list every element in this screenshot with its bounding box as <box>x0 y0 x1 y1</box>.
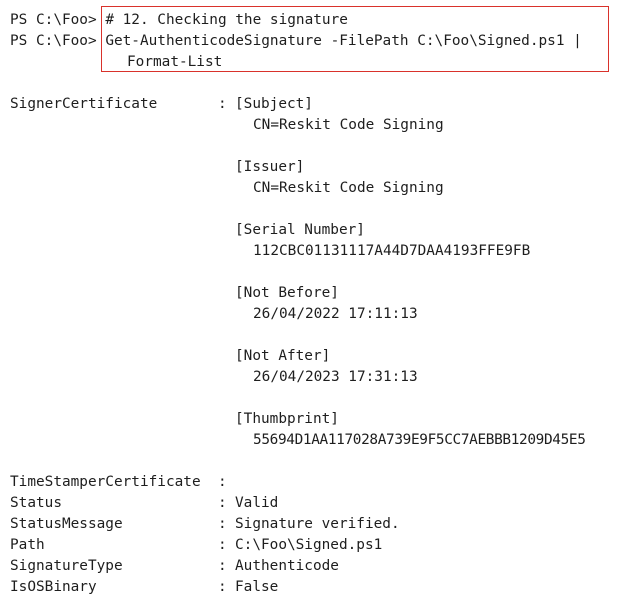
command-line-1: PS C:\Foo> # 12. Checking the signature <box>10 10 348 31</box>
separator: : <box>218 558 227 574</box>
separator: : <box>218 579 227 595</box>
issuer-value: CN=Reskit Code Signing <box>253 180 444 196</box>
property-name: IsOSBinary <box>10 579 97 595</box>
separator: : <box>218 516 227 532</box>
property-row: Path: C:\Foo\Signed.ps1 <box>10 535 382 556</box>
command-text: Get-AuthenticodeSignature -FilePath C:\F… <box>105 33 582 49</box>
property-name: SignatureType <box>10 558 123 574</box>
separator: : <box>218 537 227 553</box>
serial-value: 112CBC01131117A44D7DAA4193FFE9FB <box>253 243 531 259</box>
subject-value: CN=Reskit Code Signing <box>253 117 444 133</box>
property-row: Status: Valid <box>10 493 278 514</box>
separator: : <box>218 495 227 511</box>
property-row: IsOSBinary: False <box>10 577 278 598</box>
notbefore-value: 26/04/2022 17:11:13 <box>253 306 418 322</box>
property-name: TimeStamperCertificate <box>10 474 201 490</box>
property-value: Signature verified. <box>235 516 400 532</box>
property-row: TimeStamperCertificate: <box>10 472 235 493</box>
property-name: StatusMessage <box>10 516 123 532</box>
serial-header: [Serial Number] <box>235 222 365 238</box>
property-row: StatusMessage: Signature verified. <box>10 514 400 535</box>
property-value: False <box>235 579 279 595</box>
property-name: Path <box>10 537 45 553</box>
command-line-2: PS C:\Foo> Get-AuthenticodeSignature -Fi… <box>10 31 582 52</box>
prompt: PS C:\Foo> <box>10 12 97 28</box>
property-value: Valid <box>235 495 279 511</box>
command-comment: # 12. Checking the signature <box>105 12 348 28</box>
thumbprint-header: [Thumbprint] <box>235 411 339 427</box>
property-name: Status <box>10 495 62 511</box>
separator: : <box>218 474 227 490</box>
notafter-value: 26/04/2023 17:31:13 <box>253 369 418 385</box>
property-name: SignerCertificate <box>10 96 158 112</box>
prompt: PS C:\Foo> <box>10 33 97 49</box>
command-continuation: Format-List <box>127 54 223 70</box>
issuer-header: [Issuer] <box>235 159 305 175</box>
property-value: C:\Foo\Signed.ps1 <box>235 537 383 553</box>
property-row: SignatureType: Authenticode <box>10 556 339 577</box>
signer-certificate-row: SignerCertificate: [Subject] <box>10 94 313 115</box>
notafter-header: [Not After] <box>235 348 331 364</box>
separator: : <box>218 96 227 112</box>
subject-header: [Subject] <box>235 96 313 112</box>
notbefore-header: [Not Before] <box>235 285 339 301</box>
property-value: Authenticode <box>235 558 339 574</box>
powershell-console[interactable]: PS C:\Foo> # 12. Checking the signature … <box>0 0 622 604</box>
thumbprint-value: 55694D1AA117028A739E9F5CC7AEBBB1209D45E5 <box>253 432 586 448</box>
